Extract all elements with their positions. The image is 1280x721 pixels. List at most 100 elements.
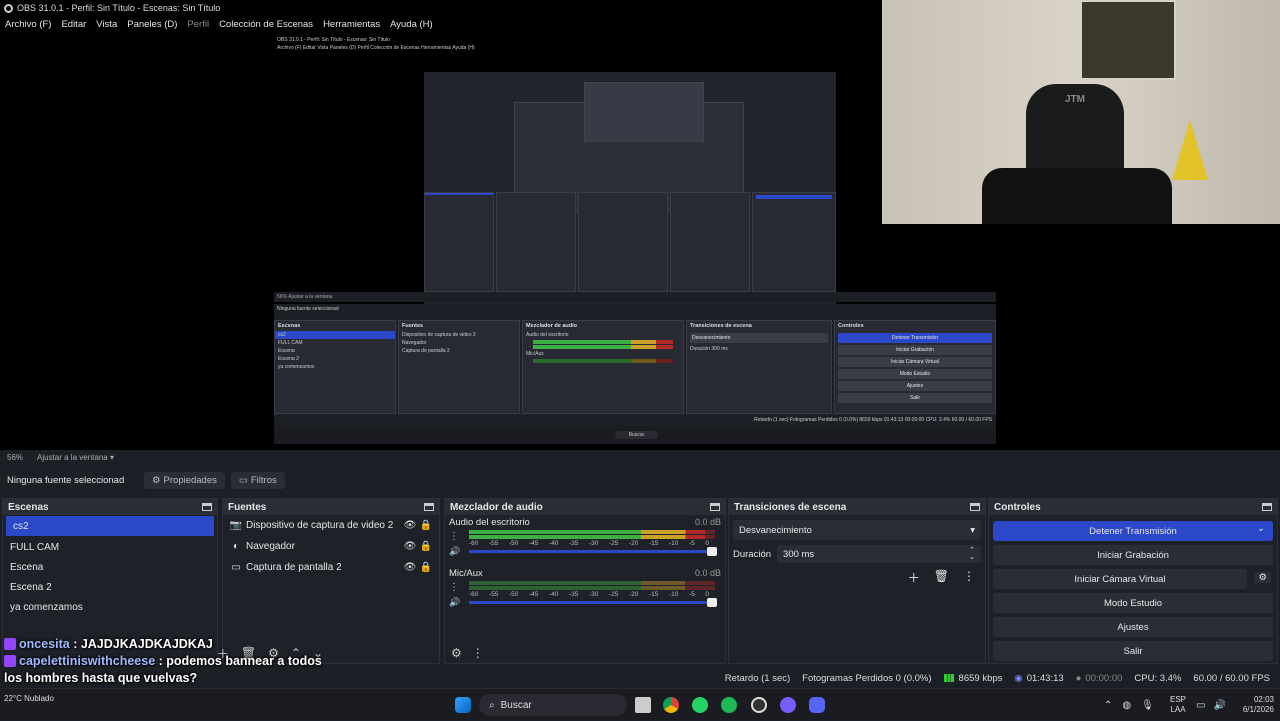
chevron-up-icon[interactable]: ⌃ [1104, 700, 1112, 711]
meter-level [469, 535, 706, 539]
menu-item[interactable]: Editar [56, 19, 91, 30]
eye-icon[interactable]: 👁 [404, 562, 417, 573]
menu-item[interactable]: Perfil [182, 19, 214, 30]
zoom-bar: 56% Ajustar a la ventana ▾ [0, 450, 1280, 464]
source-item[interactable]: ▭ Captura de pantalla 2 👁 🔒 [223, 557, 439, 578]
fit-window-dropdown[interactable]: Ajustar a la ventana ▾ [37, 453, 114, 462]
scene-item[interactable]: Escena 2 [3, 577, 217, 597]
scale-tick: -45 [529, 591, 539, 598]
more-options-icon[interactable]: ⋮ [449, 582, 459, 593]
scale-tick: 0 [705, 540, 709, 547]
obs-taskbar-icon[interactable] [751, 697, 767, 713]
volume-fader[interactable] [469, 547, 717, 556]
more-options-icon[interactable]: ⋮ [449, 531, 459, 542]
lock-icon[interactable]: 🔒 [420, 541, 432, 552]
spinner-arrows-icon[interactable]: ⌃ ⌄ [969, 547, 975, 561]
more-options-icon[interactable]: ⋮ [472, 646, 484, 660]
scene-item[interactable]: cs2 [6, 516, 214, 536]
whatsapp-icon[interactable] [692, 697, 708, 713]
fader-knob[interactable] [707, 598, 717, 607]
advanced-audio-icon[interactable]: ⚙ [451, 646, 462, 660]
menu-item[interactable]: Colección de Escenas [214, 19, 318, 30]
more-options-icon[interactable]: ⋮ [963, 569, 975, 586]
eye-icon[interactable]: 👁 [404, 541, 417, 552]
control-button[interactable]: Ajustes [993, 617, 1273, 637]
wall-photo [1080, 0, 1176, 80]
zoom-percent: 56% [7, 452, 24, 462]
volume-icon[interactable]: 🔊 [1213, 700, 1225, 711]
speaker-icon[interactable]: 🔊 [449, 597, 460, 608]
window-title: OBS 31.0.1 - Perfil: Sin Título - Escena… [17, 3, 221, 13]
undock-icon[interactable] [424, 503, 434, 511]
control-button[interactable]: Detener Transmisión ⌄ [993, 521, 1273, 541]
source-name: Dispositivo de captura de video 2 [246, 520, 394, 531]
mixer-channel: Audio del escritorio 0.0 dB -60 -55 -50 -45 -4… [445, 515, 725, 566]
record-icon: ● [1075, 672, 1082, 684]
taskbar-search[interactable]: ⌕ Buscar [479, 694, 627, 716]
clock[interactable]: 02:03 6/1/2026 [1236, 689, 1274, 721]
monitor-icon: ▭ [231, 562, 241, 573]
control-button[interactable]: Iniciar Cámara Virtual ⚙ [993, 569, 1271, 589]
trash-icon[interactable]: 🗑 [934, 569, 949, 586]
spotify-icon[interactable] [721, 697, 737, 713]
task-view-icon[interactable] [635, 697, 651, 713]
controls-title: Controles [994, 501, 1041, 513]
nested-meter-1b [533, 345, 673, 349]
scene-item[interactable]: ya comenzamos [3, 597, 217, 617]
tray-app-icon[interactable]: ◍ [1122, 700, 1131, 711]
meter-zone [685, 586, 715, 590]
scene-item[interactable]: Escena [3, 557, 217, 577]
transition-actions: ＋ 🗑 ⋮ [729, 563, 985, 586]
gear-icon[interactable]: ⚙ [1254, 572, 1271, 583]
menu-item[interactable]: Archivo (F) [0, 19, 56, 30]
speaker-icon[interactable]: 🔊 [449, 546, 460, 557]
undock-icon[interactable] [1262, 503, 1272, 511]
no-source-selected: Ninguna fuente seleccionad [7, 474, 125, 486]
source-item[interactable]: 📷 Dispositivo de captura de video 2 👁 🔒 [223, 515, 439, 536]
language-indicator[interactable]: ESP LAA [1170, 689, 1186, 721]
lock-icon[interactable]: 🔒 [420, 562, 432, 573]
undock-icon[interactable] [710, 503, 720, 511]
nested-sources-title: Fuentes [402, 323, 424, 329]
nested-source-item: Captura de pantalla 2 [402, 348, 450, 354]
audio-mixer-dock: Mezclador de audio Audio del escritorio 0… [444, 498, 726, 664]
app-icon[interactable] [780, 697, 796, 713]
chrome-icon[interactable] [663, 697, 679, 713]
fps: 60.00 / 60.00 FPS [1193, 672, 1270, 684]
menu-item[interactable]: Ayuda (H) [385, 19, 438, 30]
chat-message: capelettiniswithcheese : podemos bannear… [4, 653, 334, 687]
duration-spinbox[interactable]: 300 ms ⌃ ⌄ [777, 545, 981, 563]
chair-logo: JTM [1065, 94, 1085, 105]
eye-icon[interactable]: 👁 [404, 520, 417, 531]
undock-icon[interactable] [202, 503, 212, 511]
control-button[interactable]: Salir [993, 641, 1273, 661]
mic-icon[interactable]: 🎙 [1141, 700, 1154, 711]
transition-selected-label: Desvanecimiento [739, 524, 812, 536]
clock-time: 02:03 [1253, 695, 1274, 704]
source-item[interactable]: ◐ Navegador 👁 🔒 [223, 536, 439, 557]
windows-start-icon[interactable] [455, 697, 471, 713]
twitch-badge-icon [4, 638, 16, 650]
chevron-down-icon[interactable]: ⌄ [1257, 523, 1265, 534]
control-button[interactable]: Iniciar Grabación [993, 545, 1273, 565]
chat-separator: : [69, 637, 81, 651]
undock-icon[interactable] [970, 503, 980, 511]
lock-icon[interactable]: 🔒 [420, 520, 432, 531]
scene-item[interactable]: FULL CAM [3, 537, 217, 557]
filters-button[interactable]: ▭ Filtros [230, 471, 285, 489]
volume-fader[interactable] [469, 598, 717, 607]
control-button[interactable]: Modo Estudio [993, 593, 1273, 613]
transition-select[interactable]: Desvanecimiento ▾ [733, 520, 981, 540]
discord-icon[interactable] [809, 697, 825, 713]
menu-item[interactable]: Paneles (D) [122, 19, 182, 30]
dropped-frames: Fotogramas Perdidos 0 (0.0%) [802, 672, 932, 684]
chevron-down-icon: ▾ [109, 452, 114, 462]
menu-item[interactable]: Vista [91, 19, 122, 30]
fader-knob[interactable] [707, 547, 717, 556]
add-transition-icon[interactable]: ＋ [908, 569, 920, 586]
nested-duration: Duración 300 ms [690, 346, 728, 352]
properties-button[interactable]: ⚙ Propiedades [144, 471, 225, 489]
menu-item[interactable]: Herramientas [318, 19, 385, 30]
network-icon[interactable]: ▭ [1196, 700, 1205, 711]
scale-tick: -35 [569, 591, 579, 598]
